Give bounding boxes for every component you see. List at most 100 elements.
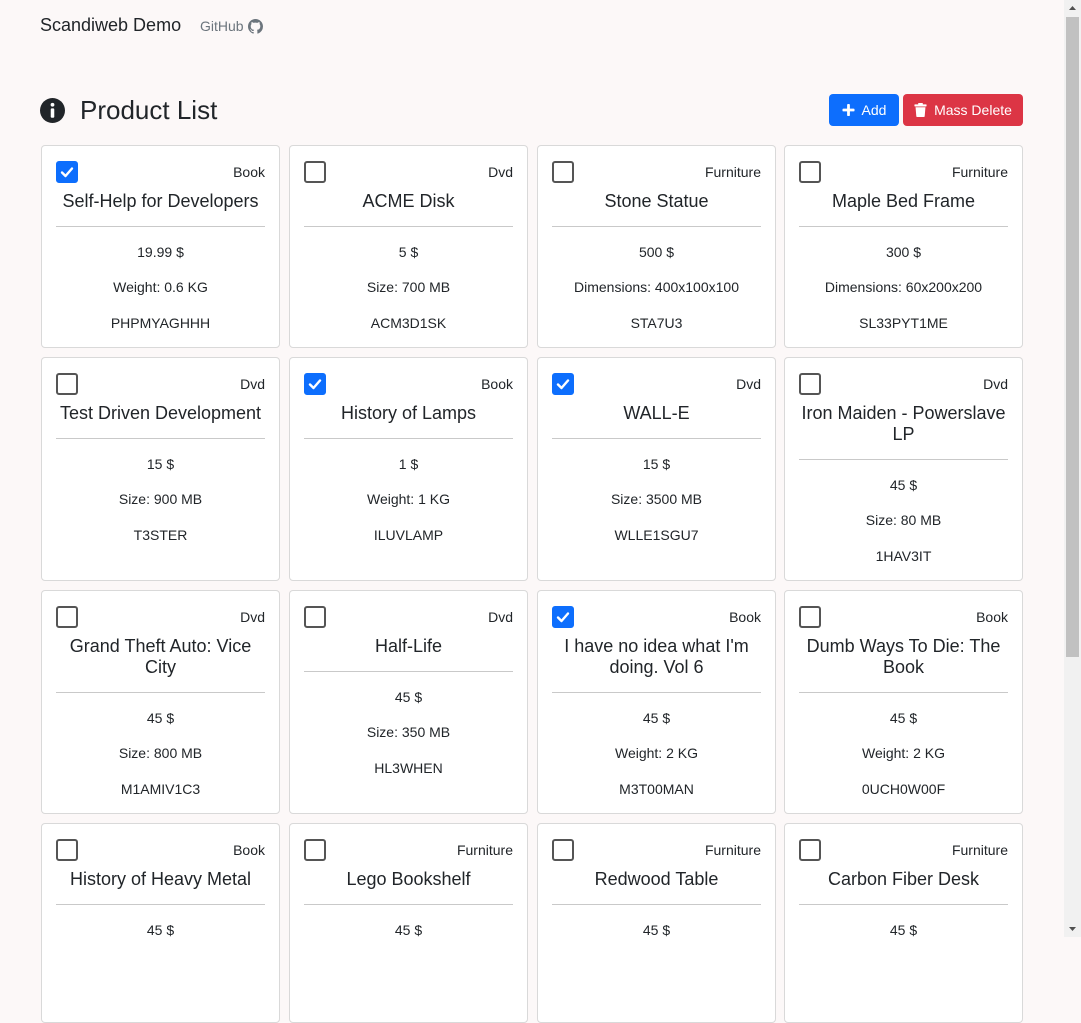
product-price: 300 $ bbox=[885, 244, 922, 260]
product-price: 19.99 $ bbox=[137, 244, 184, 260]
product-price: 45 $ bbox=[394, 689, 423, 705]
delete-checkbox[interactable] bbox=[56, 839, 78, 861]
delete-checkbox[interactable] bbox=[304, 161, 326, 183]
product-card: Furniture Lego Bookshelf 45 $ bbox=[289, 823, 528, 1023]
product-type: Dvd bbox=[488, 164, 513, 180]
product-attribute: Weight: 0.6 KG bbox=[113, 279, 208, 295]
checkmark-icon bbox=[556, 612, 570, 623]
delete-checkbox[interactable] bbox=[799, 161, 821, 183]
product-name: Self-Help for Developers bbox=[62, 191, 259, 211]
product-attribute: Dimensions: 60x200x200 bbox=[824, 279, 983, 295]
product-sku: ILUVLAMP bbox=[373, 527, 444, 543]
card-divider bbox=[552, 692, 761, 693]
product-name: Redwood Table bbox=[594, 869, 719, 889]
product-type: Furniture bbox=[456, 842, 513, 858]
delete-checkbox[interactable] bbox=[552, 373, 574, 395]
github-link[interactable]: GitHub bbox=[200, 18, 263, 34]
product-price: 45 $ bbox=[394, 922, 423, 938]
product-price: 5 $ bbox=[398, 244, 419, 260]
product-type: Book bbox=[233, 842, 265, 858]
product-type: Book bbox=[233, 164, 265, 180]
product-name: I have no idea what I'm doing. Vol 6 bbox=[564, 636, 749, 677]
product-type: Book bbox=[729, 609, 761, 625]
product-attribute: Size: 3500 MB bbox=[610, 491, 703, 507]
product-attribute: Size: 900 MB bbox=[118, 491, 203, 507]
product-price: 1 $ bbox=[398, 456, 419, 472]
card-divider bbox=[304, 226, 513, 227]
checkmark-icon bbox=[308, 379, 322, 390]
card-divider bbox=[304, 671, 513, 672]
product-price: 45 $ bbox=[146, 710, 175, 726]
delete-checkbox[interactable] bbox=[799, 606, 821, 628]
product-card: Dvd ACME Disk 5 $ Size: 700 MB ACM3D1SK bbox=[289, 145, 528, 348]
scroll-down-arrow-icon[interactable] bbox=[1064, 920, 1081, 937]
product-type: Dvd bbox=[983, 376, 1008, 392]
scrollbar-thumb[interactable] bbox=[1066, 17, 1079, 657]
info-circle-icon bbox=[40, 98, 65, 123]
delete-checkbox[interactable] bbox=[304, 373, 326, 395]
product-name: Lego Bookshelf bbox=[346, 869, 471, 889]
page-title: Product List bbox=[80, 95, 218, 125]
product-sku: 1HAV3IT bbox=[875, 548, 932, 564]
product-sku: SL33PYT1ME bbox=[859, 315, 948, 331]
product-sku: HL3WHEN bbox=[374, 760, 443, 776]
product-name: History of Lamps bbox=[340, 403, 477, 423]
mass-delete-button[interactable]: Mass Delete bbox=[903, 94, 1023, 126]
product-name: Test Driven Development bbox=[59, 403, 262, 423]
mass-delete-button-label: Mass Delete bbox=[934, 102, 1012, 118]
product-card: Dvd Half-Life 45 $ Size: 350 MB HL3WHEN bbox=[289, 590, 528, 814]
product-price: 45 $ bbox=[642, 710, 671, 726]
github-label: GitHub bbox=[200, 18, 244, 34]
delete-checkbox[interactable] bbox=[56, 373, 78, 395]
scroll-up-arrow-icon[interactable] bbox=[1064, 0, 1081, 17]
product-type: Book bbox=[481, 376, 513, 392]
product-type: Furniture bbox=[704, 164, 761, 180]
delete-checkbox[interactable] bbox=[56, 161, 78, 183]
delete-checkbox[interactable] bbox=[304, 839, 326, 861]
product-card: Book History of Heavy Metal 45 $ bbox=[41, 823, 280, 1023]
product-type: Dvd bbox=[488, 609, 513, 625]
delete-checkbox[interactable] bbox=[799, 839, 821, 861]
product-name: WALL-E bbox=[623, 403, 690, 423]
product-type: Furniture bbox=[704, 842, 761, 858]
product-price: 45 $ bbox=[889, 477, 918, 493]
product-sku: 0UCH0W00F bbox=[861, 781, 946, 797]
card-divider bbox=[799, 226, 1008, 227]
brand-link[interactable]: Scandiweb Demo bbox=[40, 15, 181, 36]
product-attribute: Weight: 2 KG bbox=[861, 745, 945, 761]
delete-checkbox[interactable] bbox=[552, 161, 574, 183]
product-name: Iron Maiden - Powerslave LP bbox=[801, 403, 1006, 444]
product-name: History of Heavy Metal bbox=[69, 869, 252, 889]
delete-checkbox[interactable] bbox=[552, 606, 574, 628]
product-price: 45 $ bbox=[146, 922, 175, 938]
product-card: Book I have no idea what I'm doing. Vol 6… bbox=[537, 590, 776, 814]
product-price: 45 $ bbox=[889, 710, 918, 726]
delete-checkbox[interactable] bbox=[56, 606, 78, 628]
product-name: Dumb Ways To Die: The Book bbox=[806, 636, 1001, 677]
product-card: Dvd Test Driven Development 15 $ Size: 900 … bbox=[41, 357, 280, 581]
product-attribute: Size: 800 MB bbox=[118, 745, 203, 761]
delete-checkbox[interactable] bbox=[552, 839, 574, 861]
product-sku: PHPMYAGHHH bbox=[110, 315, 211, 331]
card-divider bbox=[799, 459, 1008, 460]
product-sku: M3T00MAN bbox=[619, 781, 694, 797]
product-card: Dvd WALL-E 15 $ Size: 3500 MB WLLE1SGU7 bbox=[537, 357, 776, 581]
card-divider bbox=[552, 904, 761, 905]
product-price: 15 $ bbox=[642, 456, 671, 472]
product-name: Maple Bed Frame bbox=[831, 191, 976, 211]
product-type: Furniture bbox=[951, 842, 1008, 858]
card-divider bbox=[56, 692, 265, 693]
product-sku: ACM3D1SK bbox=[370, 315, 447, 331]
delete-checkbox[interactable] bbox=[799, 373, 821, 395]
delete-checkbox[interactable] bbox=[304, 606, 326, 628]
add-button[interactable]: Add bbox=[829, 94, 899, 126]
checkmark-icon bbox=[556, 379, 570, 390]
card-divider bbox=[304, 438, 513, 439]
product-sku: T3STER bbox=[133, 527, 188, 543]
navbar: Scandiweb Demo GitHub bbox=[0, 0, 1064, 52]
product-attribute: Weight: 1 KG bbox=[366, 491, 450, 507]
vertical-scrollbar[interactable] bbox=[1064, 0, 1081, 937]
product-name: Half-Life bbox=[374, 636, 443, 656]
product-sku: M1AMIV1C3 bbox=[120, 781, 201, 797]
checkmark-icon bbox=[60, 167, 74, 178]
